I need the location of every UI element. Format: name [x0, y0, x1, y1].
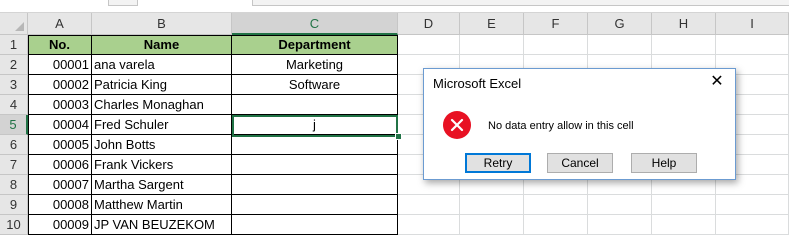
cell-b10[interactable]: JP VAN BEUZEKOM — [92, 215, 232, 235]
cell-b9[interactable]: Matthew Martin — [92, 195, 232, 215]
table-header-a[interactable]: No. — [28, 35, 92, 55]
cell-i1[interactable] — [716, 35, 789, 55]
column-header-e[interactable]: E — [460, 13, 524, 35]
cell-a9[interactable]: 00008 — [28, 195, 92, 215]
cell-b7[interactable]: Frank Vickers — [92, 155, 232, 175]
fill-handle[interactable] — [395, 133, 402, 140]
row-header-7[interactable]: 7 — [0, 155, 28, 175]
retry-button[interactable]: Retry — [465, 153, 531, 173]
row-header-8[interactable]: 8 — [0, 175, 28, 195]
row-header-2[interactable]: 2 — [0, 55, 28, 75]
cell-h9[interactable] — [652, 195, 716, 215]
cell-c10[interactable] — [232, 215, 398, 235]
cell-d1[interactable] — [398, 35, 460, 55]
cell-e1[interactable] — [460, 35, 524, 55]
table-header-c[interactable]: Department — [232, 35, 398, 55]
column-header-d[interactable]: D — [398, 13, 460, 35]
cell-a8[interactable]: 00007 — [28, 175, 92, 195]
dialog-message: No data entry allow in this cell — [488, 120, 634, 132]
cell-h1[interactable] — [652, 35, 716, 55]
row-header-1[interactable]: 1 — [0, 35, 28, 55]
tab-fragment — [252, 0, 789, 6]
column-header-c[interactable]: C — [232, 13, 398, 35]
cell-c9[interactable] — [232, 195, 398, 215]
table-top-border — [28, 35, 398, 36]
row-header-9[interactable]: 9 — [0, 195, 28, 215]
cell-a3[interactable]: 00002 — [28, 75, 92, 95]
cell-c8[interactable] — [232, 175, 398, 195]
cell-e10[interactable] — [460, 215, 524, 235]
cell-a7[interactable]: 00006 — [28, 155, 92, 175]
cell-g1[interactable] — [588, 35, 652, 55]
cell-c5[interactable]: j — [232, 115, 398, 135]
cancel-button[interactable]: Cancel — [547, 153, 613, 173]
select-all-triangle — [15, 22, 24, 31]
close-icon[interactable]: ✕ — [707, 72, 727, 92]
cell-g9[interactable] — [588, 195, 652, 215]
cell-b2[interactable]: ana varela — [92, 55, 232, 75]
table-header-b[interactable]: Name — [92, 35, 232, 55]
column-header-i[interactable]: I — [716, 13, 789, 35]
column-header-f[interactable]: F — [524, 13, 588, 35]
row-header-4[interactable]: 4 — [0, 95, 28, 115]
cell-b3[interactable]: Patricia King — [92, 75, 232, 95]
dialog-title: Microsoft Excel — [433, 76, 522, 91]
cell-c6[interactable] — [232, 135, 398, 155]
cell-e9[interactable] — [460, 195, 524, 215]
column-header-g[interactable]: G — [588, 13, 652, 35]
top-strip — [0, 0, 789, 13]
cell-f9[interactable] — [524, 195, 588, 215]
column-header-b[interactable]: B — [92, 13, 232, 35]
cell-a10[interactable]: 00009 — [28, 215, 92, 235]
row-header-6[interactable]: 6 — [0, 135, 28, 155]
cell-a4[interactable]: 00003 — [28, 95, 92, 115]
cell-b4[interactable]: Charles Monaghan — [92, 95, 232, 115]
tab-fragment — [108, 0, 138, 6]
row-header-10[interactable]: 10 — [0, 215, 28, 235]
cell-g10[interactable] — [588, 215, 652, 235]
cell-a2[interactable]: 00001 — [28, 55, 92, 75]
cell-d9[interactable] — [398, 195, 460, 215]
row-header-5[interactable]: 5 — [0, 115, 28, 135]
cell-i10[interactable] — [716, 215, 789, 235]
column-header-h[interactable]: H — [652, 13, 716, 35]
cell-i9[interactable] — [716, 195, 789, 215]
cell-c2[interactable]: Marketing — [232, 55, 398, 75]
cell-f10[interactable] — [524, 215, 588, 235]
cell-b5[interactable]: Fred Schuler — [92, 115, 232, 135]
cell-a6[interactable]: 00005 — [28, 135, 92, 155]
cell-b6[interactable]: John Botts — [92, 135, 232, 155]
table-left-border — [28, 35, 29, 235]
error-icon — [443, 111, 471, 139]
cell-a5[interactable]: 00004 — [28, 115, 92, 135]
cell-h10[interactable] — [652, 215, 716, 235]
error-dialog: Microsoft Excel ✕ No data entry allow in… — [423, 68, 736, 180]
cell-c7[interactable] — [232, 155, 398, 175]
excel-window: ABCDEFGHI 1 2 3 4 5 6 7 8 9 10 No. Name Department 0… — [0, 0, 789, 244]
select-all-corner[interactable] — [0, 13, 28, 35]
cell-b8[interactable]: Martha Sargent — [92, 175, 232, 195]
cell-c4[interactable] — [232, 95, 398, 115]
help-button[interactable]: Help — [631, 153, 697, 173]
row-header-3[interactable]: 3 — [0, 75, 28, 95]
column-header-a[interactable]: A — [28, 13, 92, 35]
cell-d10[interactable] — [398, 215, 460, 235]
cell-c3[interactable]: Software — [232, 75, 398, 95]
cell-f1[interactable] — [524, 35, 588, 55]
